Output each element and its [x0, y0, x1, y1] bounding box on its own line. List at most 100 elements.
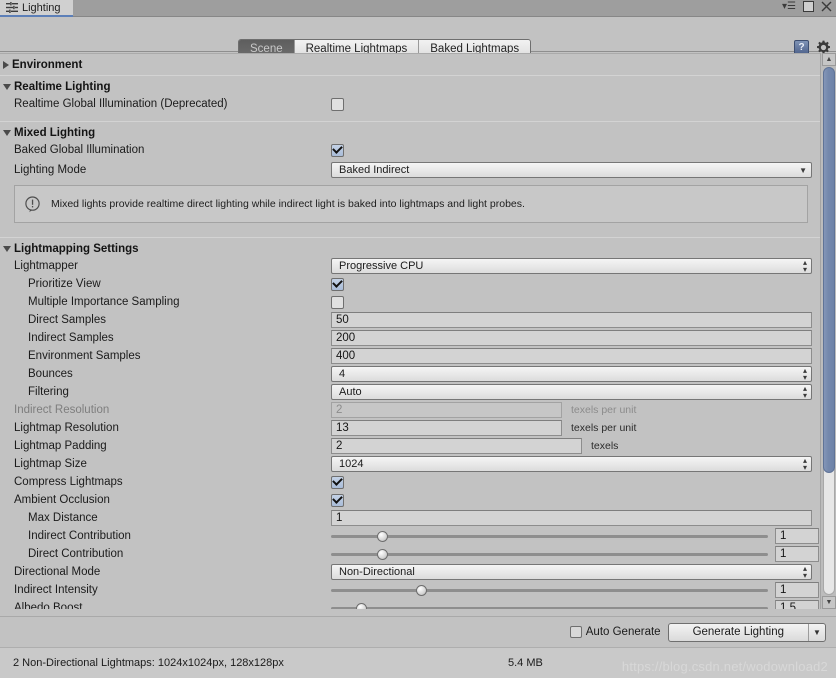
divider — [0, 75, 820, 76]
lightmap-padding-unit: texels — [591, 440, 619, 452]
field-container — [331, 277, 344, 291]
field-container: 1 — [331, 582, 819, 598]
foldout-lightmapping-settings-label: Lightmapping Settings — [14, 242, 139, 255]
slider-track — [331, 607, 768, 609]
slider-knob[interactable] — [376, 549, 388, 560]
direct-contribution-input[interactable]: 1 — [775, 546, 819, 562]
row-label: Environment Samples — [28, 350, 141, 362]
realtime-gi-checkbox[interactable] — [331, 97, 344, 111]
auto-generate-checkbox[interactable] — [569, 626, 582, 638]
lighting-mode-dropdown[interactable]: Baked Indirect ▼ — [331, 162, 812, 178]
albedo-boost-input[interactable]: 1.5 — [775, 600, 819, 609]
field-container: Progressive CPU ▴ ▾ — [331, 258, 812, 274]
baked-gi-checkbox[interactable] — [331, 143, 344, 157]
row-lightmap-size: Lightmap Size 1024 ▴ ▾ — [0, 455, 820, 473]
scroll-up-arrow-icon[interactable]: ▲ — [822, 53, 836, 66]
mixed-lighting-info-box: Mixed lights provide realtime direct lig… — [14, 185, 808, 223]
filtering-dropdown[interactable]: Auto ▴ ▾ — [331, 384, 812, 400]
lighting-window: Lighting ▾☰ Scene Realtime Lightmaps Bak… — [0, 0, 836, 678]
indirect-intensity-slider[interactable] — [331, 582, 768, 598]
lightmapper-value: Progressive CPU — [339, 260, 424, 272]
row-label: Compress Lightmaps — [14, 476, 123, 488]
row-realtime-global-illumination: Realtime Global Illumination (Deprecated… — [0, 95, 820, 113]
minimize-icon[interactable]: ▾☰ — [782, 1, 796, 12]
field-container — [331, 143, 344, 157]
field-container — [331, 475, 344, 489]
window-tab-lighting[interactable]: Lighting — [0, 0, 73, 17]
field-container: 13 texels per unit — [331, 420, 636, 436]
row-environment-samples: Environment Samples 400 — [0, 347, 820, 365]
direct-samples-value: 50 — [336, 314, 349, 326]
foldout-realtime-lighting[interactable]: Realtime Lighting — [0, 78, 820, 95]
window-controls: ▾☰ — [782, 1, 832, 12]
field-container: Non-Directional ▴ ▾ — [331, 564, 812, 580]
foldout-lightmapping-settings[interactable]: Lightmapping Settings — [0, 240, 820, 257]
lightmap-resolution-input[interactable]: 13 — [331, 420, 562, 436]
row-label: Indirect Intensity — [14, 584, 98, 596]
row-label: Lighting Mode — [14, 164, 87, 176]
indirect-intensity-input[interactable]: 1 — [775, 582, 819, 598]
slider-knob[interactable] — [416, 585, 428, 596]
environment-samples-input[interactable]: 400 — [331, 348, 812, 364]
lightmap-size-dropdown[interactable]: 1024 ▴ ▾ — [331, 456, 812, 472]
stepper-arrows-icon: ▴ ▾ — [802, 456, 807, 472]
field-container: Baked Indirect ▼ — [331, 162, 812, 178]
directional-mode-dropdown[interactable]: Non-Directional ▴ ▾ — [331, 564, 812, 580]
indirect-contribution-slider[interactable] — [331, 528, 768, 544]
row-label: Indirect Contribution — [28, 530, 131, 542]
generate-lighting-button[interactable]: Generate Lighting ▼ — [667, 622, 826, 642]
indirect-contribution-input[interactable]: 1 — [775, 528, 819, 544]
field-container: 1.5 — [331, 600, 819, 609]
row-label: Filtering — [28, 386, 69, 398]
row-baked-global-illumination: Baked Global Illumination — [0, 141, 820, 159]
close-icon[interactable] — [821, 1, 832, 12]
field-container: 200 — [331, 330, 812, 346]
indirect-resolution-input: 2 — [331, 402, 562, 418]
row-direct-samples: Direct Samples 50 — [0, 311, 820, 329]
lightmapper-dropdown[interactable]: Progressive CPU ▴ ▾ — [331, 258, 812, 274]
direct-contribution-slider[interactable] — [331, 546, 768, 562]
vertical-scrollbar[interactable]: ▲ ▼ — [820, 53, 836, 609]
bounces-dropdown[interactable]: 4 ▴ ▾ — [331, 366, 812, 382]
lighting-toolbar: Scene Realtime Lightmaps Baked Lightmaps… — [0, 17, 836, 59]
status-bar: 2 Non-Directional Lightmaps: 1024x1024px… — [0, 647, 836, 678]
maximize-icon[interactable] — [803, 1, 814, 12]
field-container: 50 — [331, 312, 812, 328]
field-container: 1 — [331, 528, 819, 544]
chevron-right-icon — [3, 60, 9, 69]
indirect-samples-value: 200 — [336, 332, 356, 344]
lightmap-padding-value: 2 — [336, 440, 343, 452]
chevron-down-icon[interactable]: ▼ — [808, 623, 825, 641]
foldout-mixed-lighting-label: Mixed Lighting — [14, 126, 96, 139]
slider-track — [331, 535, 768, 538]
field-container: 2 texels — [331, 438, 618, 454]
scrollbar-thumb[interactable] — [823, 67, 835, 473]
row-lightmap-padding: Lightmap Padding 2 texels — [0, 437, 820, 455]
row-label: Lightmap Size — [14, 458, 87, 470]
auto-generate-group: Auto Generate — [569, 626, 661, 638]
field-container: Auto ▴ ▾ — [331, 384, 812, 400]
field-container: 4 ▴ ▾ — [331, 366, 812, 382]
lightmap-resolution-unit: texels per unit — [571, 422, 637, 434]
indirect-samples-input[interactable]: 200 — [331, 330, 812, 346]
albedo-boost-slider[interactable] — [331, 600, 768, 609]
compress-lightmaps-checkbox[interactable] — [331, 475, 344, 489]
direct-samples-input[interactable]: 50 — [331, 312, 812, 328]
ambient-occlusion-checkbox[interactable] — [331, 493, 344, 507]
lightmap-padding-input[interactable]: 2 — [331, 438, 582, 454]
scroll-down-arrow-icon[interactable]: ▼ — [822, 596, 836, 609]
slider-knob[interactable] — [376, 531, 388, 542]
environment-samples-value: 400 — [336, 350, 356, 362]
lighting-mode-value: Baked Indirect — [339, 164, 410, 176]
multiple-importance-sampling-checkbox[interactable] — [331, 295, 344, 309]
foldout-environment[interactable]: Environment — [0, 56, 820, 73]
slider-knob[interactable] — [355, 603, 367, 609]
chevron-down-icon: ▼ — [799, 165, 807, 175]
max-distance-input[interactable]: 1 — [331, 510, 812, 526]
generate-lighting-bar: Auto Generate Generate Lighting ▼ — [0, 616, 836, 647]
row-direct-contribution: Direct Contribution 1 — [0, 545, 820, 563]
divider — [0, 237, 820, 238]
row-multiple-importance-sampling: Multiple Importance Sampling — [0, 293, 820, 311]
foldout-mixed-lighting[interactable]: Mixed Lighting — [0, 124, 820, 141]
prioritize-view-checkbox[interactable] — [331, 277, 344, 291]
